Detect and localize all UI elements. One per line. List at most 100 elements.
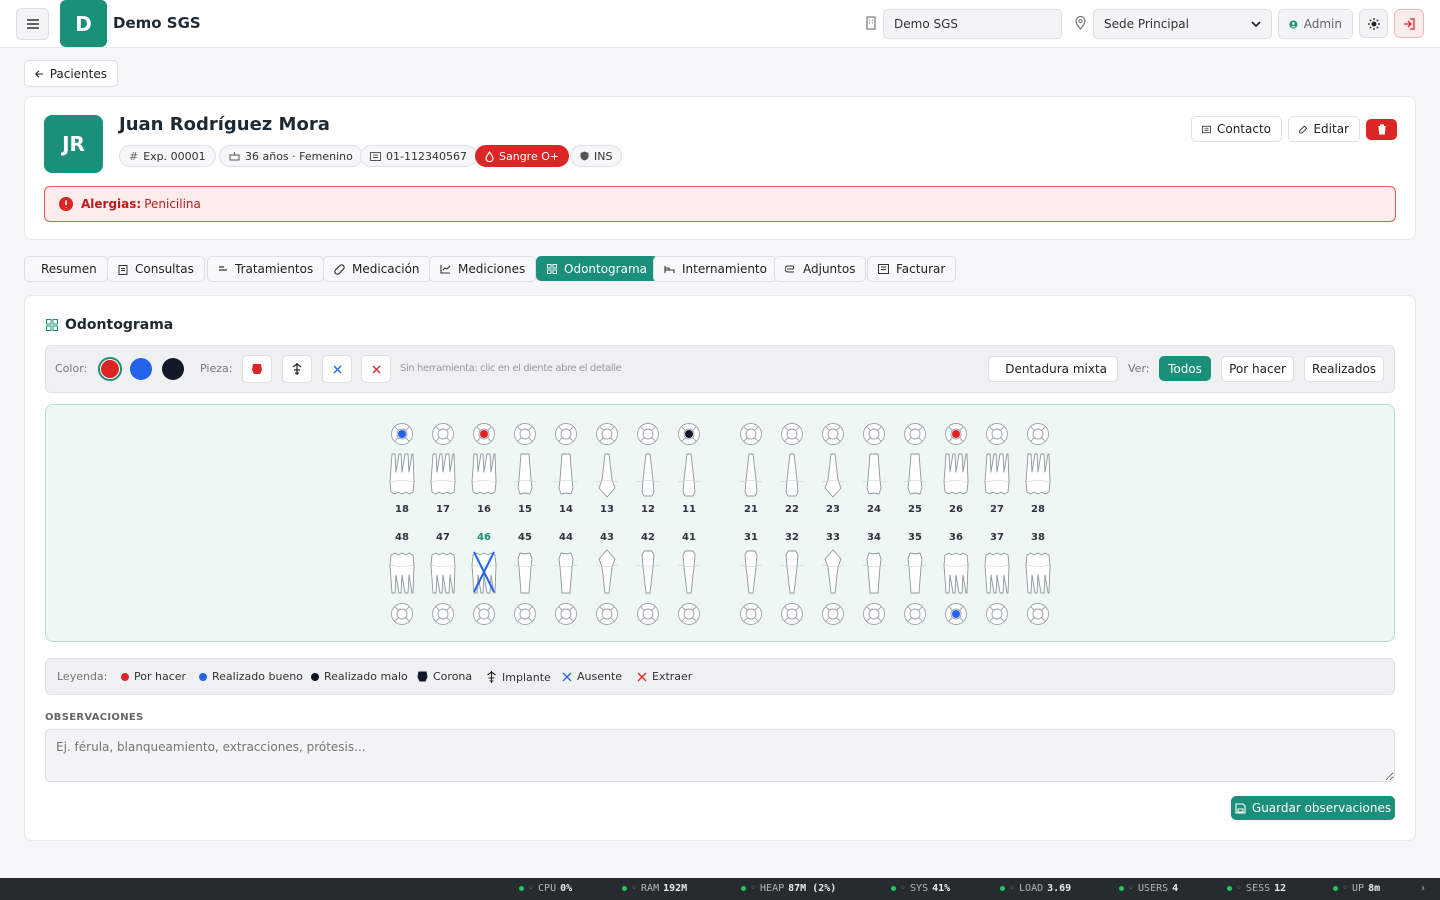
tooth-45[interactable] — [512, 549, 538, 595]
tooth-surface-16[interactable] — [472, 422, 496, 446]
tooth-surface-32[interactable] — [780, 602, 804, 626]
tooth-46[interactable] — [471, 549, 497, 595]
tooth-surface-44[interactable] — [554, 602, 578, 626]
tooth-32[interactable] — [779, 549, 805, 595]
tooth-surface-48[interactable] — [390, 602, 414, 626]
tooth-13[interactable] — [594, 452, 620, 498]
tooth-surface-41[interactable] — [677, 602, 701, 626]
back-to-patients-button[interactable]: Pacientes — [24, 60, 118, 87]
tooth-surface-38[interactable] — [1026, 602, 1050, 626]
mixed-dentition-button[interactable]: Dentadura mixta — [988, 356, 1118, 382]
filter-all-button[interactable]: Todos — [1159, 356, 1211, 381]
tooth-44[interactable] — [553, 549, 579, 595]
org-field[interactable]: Demo SGS — [883, 9, 1062, 39]
tooth-43[interactable] — [594, 549, 620, 595]
color-red-swatch[interactable] — [98, 357, 122, 381]
color-black-swatch[interactable] — [162, 358, 184, 380]
tooth-surface-18[interactable] — [390, 422, 414, 446]
observations-textarea[interactable] — [45, 729, 1395, 782]
tooth-11[interactable] — [676, 452, 702, 498]
tooth-surface-23[interactable] — [821, 422, 845, 446]
tooth-surface-13[interactable] — [595, 422, 619, 446]
tooth-12[interactable] — [635, 452, 661, 498]
tooth-33[interactable] — [820, 549, 846, 595]
color-blue-swatch[interactable] — [130, 358, 152, 380]
delete-button[interactable] — [1366, 119, 1397, 140]
tooth-number: 35 — [908, 532, 922, 543]
tooth-21[interactable] — [738, 452, 764, 498]
menu-button[interactable] — [16, 8, 49, 40]
tab-consultas[interactable]: Consultas — [107, 256, 205, 282]
tab-odontograma[interactable]: Odontograma — [536, 256, 659, 281]
tooth-surface-25[interactable] — [903, 422, 927, 446]
tooth-surface-35[interactable] — [903, 602, 927, 626]
tooth-surface-33[interactable] — [821, 602, 845, 626]
site-select[interactable]: Sede Principal — [1093, 9, 1272, 39]
tooth-surface-46[interactable] — [472, 602, 496, 626]
tooth-surface-47[interactable] — [431, 602, 455, 626]
tab-resumen[interactable]: Resumen — [24, 256, 108, 282]
theme-toggle-button[interactable] — [1359, 9, 1388, 38]
tab-mediciones[interactable]: Mediciones — [429, 256, 537, 282]
app-logo[interactable]: D — [60, 0, 107, 47]
tooth-surface-26[interactable] — [944, 422, 968, 446]
user-menu-button[interactable]: Admin — [1278, 9, 1353, 39]
tooth-27[interactable] — [984, 452, 1010, 498]
tooth-surface-42[interactable] — [636, 602, 660, 626]
tooth-surface-27[interactable] — [985, 422, 1009, 446]
tooth-23[interactable] — [820, 452, 846, 498]
filter-pending-button[interactable]: Por hacer — [1221, 356, 1294, 382]
chevron-right-icon[interactable]: › — [1420, 883, 1426, 894]
tooth-surface-22[interactable] — [780, 422, 804, 446]
tooth-14[interactable] — [553, 452, 579, 498]
tooth-26[interactable] — [943, 452, 969, 498]
tooth-surface-31[interactable] — [739, 602, 763, 626]
tooth-surface-14[interactable] — [554, 422, 578, 446]
tooth-31[interactable] — [738, 549, 764, 595]
contact-button[interactable]: Contacto — [1191, 116, 1282, 142]
tooth-surface-15[interactable] — [513, 422, 537, 446]
tooth-surface-12[interactable] — [636, 422, 660, 446]
tooth-25[interactable] — [902, 452, 928, 498]
tooth-15[interactable] — [512, 452, 538, 498]
extract-tool-button[interactable] — [361, 355, 391, 383]
tooth-surface-28[interactable] — [1026, 422, 1050, 446]
edit-button[interactable]: Editar — [1288, 116, 1360, 142]
absent-tool-button[interactable] — [322, 355, 352, 383]
tab-adjuntos[interactable]: Adjuntos — [774, 256, 867, 282]
tooth-42[interactable] — [635, 549, 661, 595]
tooth-18[interactable] — [389, 452, 415, 498]
tooth-47[interactable] — [430, 549, 456, 595]
tooth-24[interactable] — [861, 452, 887, 498]
tooth-37[interactable] — [984, 549, 1010, 595]
tooth-17[interactable] — [430, 452, 456, 498]
tooth-16[interactable] — [471, 452, 497, 498]
implant-tool-button[interactable] — [282, 355, 312, 383]
tooth-surface-36[interactable] — [944, 602, 968, 626]
tooth-surface-24[interactable] — [862, 422, 886, 446]
tooth-surface-34[interactable] — [862, 602, 886, 626]
save-observations-button[interactable]: Guardar observaciones — [1231, 796, 1395, 820]
tooth-41[interactable] — [676, 549, 702, 595]
tooth-surface-11[interactable] — [677, 422, 701, 446]
tooth-38[interactable] — [1025, 549, 1051, 595]
tooth-34[interactable] — [861, 549, 887, 595]
tooth-surface-45[interactable] — [513, 602, 537, 626]
tooth-48[interactable] — [389, 549, 415, 595]
tab-tratamientos[interactable]: Tratamientos — [207, 256, 325, 282]
tooth-surface-37[interactable] — [985, 602, 1009, 626]
tooth-28[interactable] — [1025, 452, 1051, 498]
tooth-36[interactable] — [943, 549, 969, 595]
tab-medicacion[interactable]: Medicación — [323, 256, 431, 282]
tooth-surface-43[interactable] — [595, 602, 619, 626]
tooth-surface-17[interactable] — [431, 422, 455, 446]
crown-tool-button[interactable] — [242, 355, 272, 383]
tooth-35[interactable] — [902, 549, 928, 595]
tooth-number: 37 — [990, 532, 1004, 543]
filter-done-button[interactable]: Realizados — [1304, 356, 1384, 382]
tab-internamiento[interactable]: Internamiento — [653, 256, 778, 282]
tab-facturar[interactable]: Facturar — [867, 256, 957, 282]
tooth-22[interactable] — [779, 452, 805, 498]
tooth-surface-21[interactable] — [739, 422, 763, 446]
logout-button[interactable] — [1394, 9, 1424, 38]
